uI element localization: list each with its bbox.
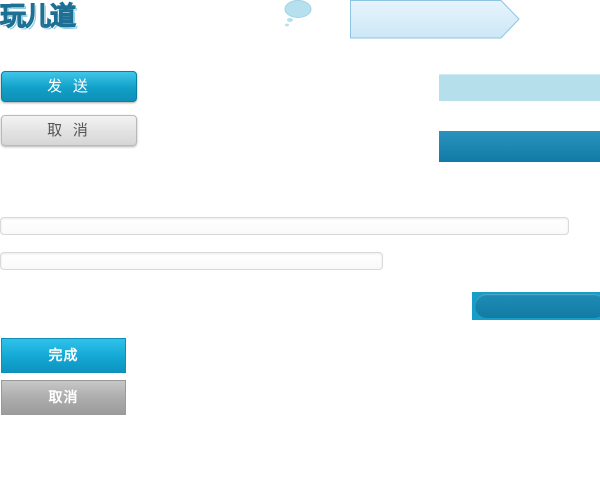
thought-bubble-icon <box>284 0 312 27</box>
logo: 玩儿道 <box>0 2 77 33</box>
pill-bar[interactable] <box>472 292 600 320</box>
text-input-wide[interactable] <box>0 217 569 235</box>
page: 玩儿道 发 送 取 消 完成 取消 <box>0 0 600 500</box>
arrow-banner <box>350 0 520 39</box>
send-button[interactable]: 发 送 <box>1 71 137 102</box>
dark-bar-button[interactable] <box>439 131 600 162</box>
text-input-narrow[interactable] <box>0 252 383 270</box>
cancel-button-flat[interactable]: 取消 <box>1 380 126 415</box>
pill-button[interactable] <box>475 294 600 318</box>
done-button[interactable]: 完成 <box>1 338 126 373</box>
light-bar-button[interactable] <box>439 74 600 101</box>
cancel-button[interactable]: 取 消 <box>1 115 137 146</box>
